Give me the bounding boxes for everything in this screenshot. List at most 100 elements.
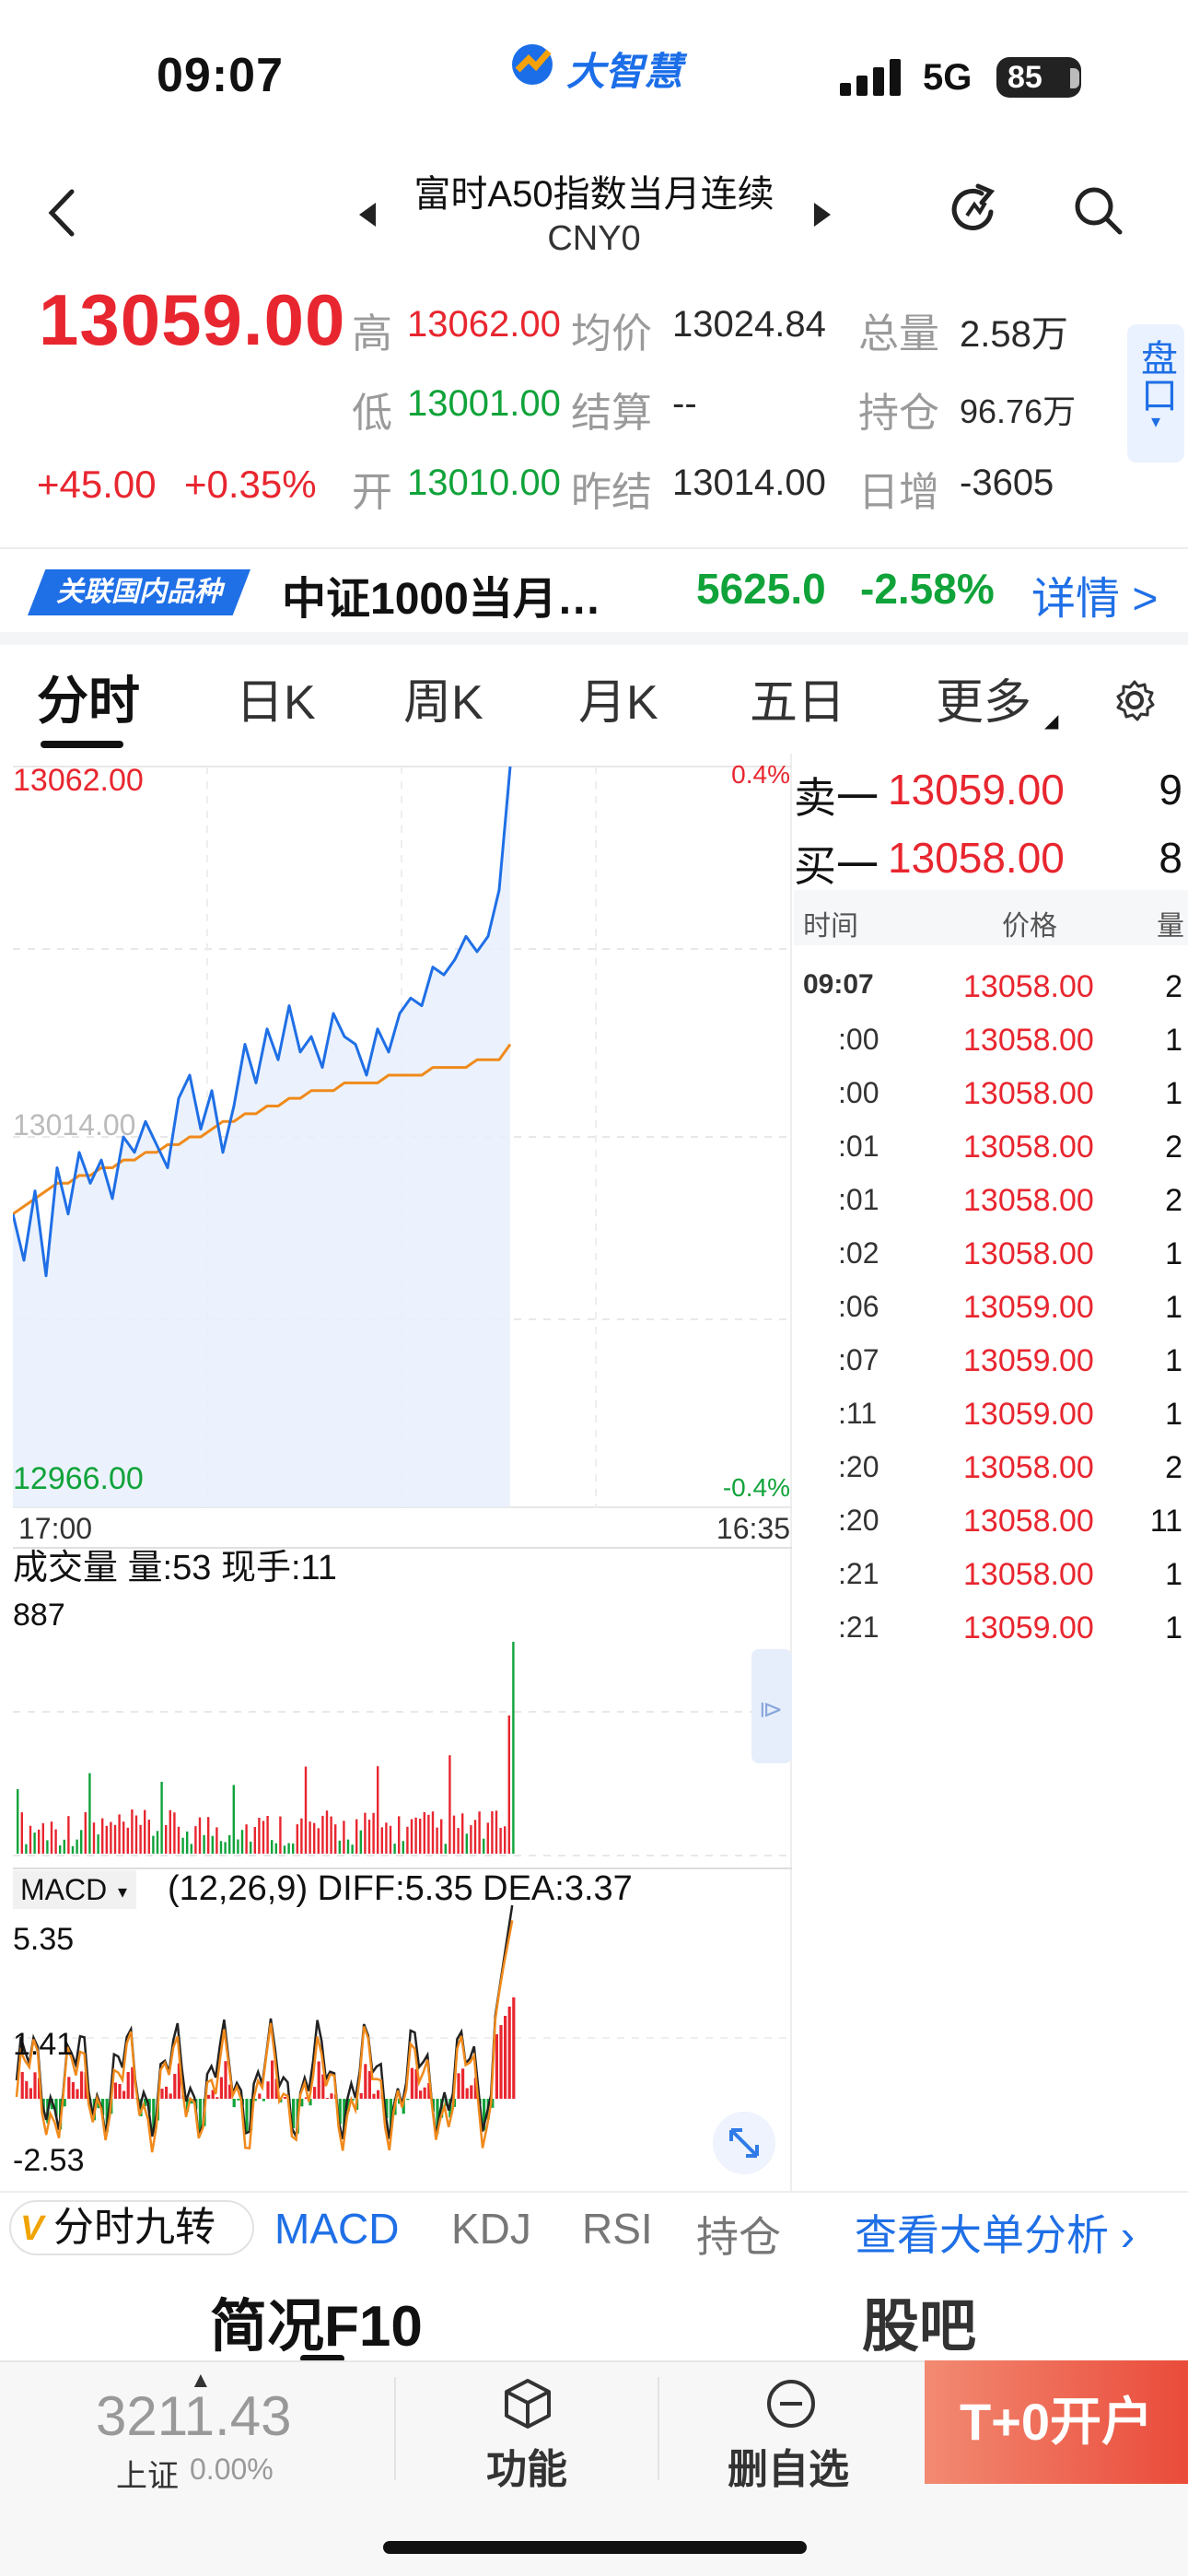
volume-bar	[491, 1810, 494, 1854]
tab-kdj[interactable]: KDJ	[451, 2204, 531, 2254]
macd-bar	[33, 2072, 37, 2099]
status-time: 09:07	[157, 49, 284, 102]
volume-bar	[144, 1809, 146, 1854]
tick-row: :11 13059.00 1	[794, 1397, 1188, 1450]
volume-bar	[253, 1827, 256, 1854]
tick-row: 09:07 13058.00 2	[794, 969, 1188, 1023]
refresh-icon[interactable]	[945, 181, 1004, 240]
tick-head-qty: 量	[1157, 911, 1184, 942]
tick-time: :21	[838, 1557, 879, 1590]
tick-qty: 1	[1165, 1557, 1182, 1592]
pankou-caret-icon: ▾	[1150, 412, 1161, 432]
volume-bar	[207, 1817, 210, 1854]
macd-bar	[359, 2092, 363, 2099]
func-button[interactable]: 功能	[486, 2436, 567, 2495]
volume-bar	[436, 1827, 438, 1854]
volume-bar	[499, 1828, 502, 1854]
volume-bar	[367, 1820, 371, 1854]
high-value: 13062.00	[407, 304, 561, 345]
tick-row: :21 13058.00 1	[794, 1557, 1188, 1610]
nine-turn-button[interactable]: 分时九转	[9, 2200, 254, 2255]
pankou-label: 盘口	[1136, 339, 1176, 413]
low-label: 低	[352, 391, 392, 436]
volume-bar	[338, 1840, 341, 1854]
macd-bar	[126, 2072, 130, 2099]
index-label: 上证	[116, 2459, 179, 2494]
daily-inc-label: 日增	[858, 470, 939, 515]
tab-f10[interactable]: 简况F10	[210, 2279, 423, 2362]
macd-bar	[165, 2086, 169, 2099]
macd-bar	[262, 2099, 265, 2102]
volume-bar	[203, 1834, 205, 1854]
back-chevron-icon[interactable]	[41, 181, 87, 245]
related-detail-link[interactable]: 详情 >	[1031, 562, 1158, 626]
related-name[interactable]: 中证1000当月…	[282, 562, 601, 626]
tab-daily-k[interactable]: 日K	[236, 663, 316, 732]
pankou-tab[interactable]: 盘口 ▾	[1127, 324, 1184, 463]
oi-value: 96.76万	[960, 392, 1077, 430]
tick-row: :00 13058.00 1	[794, 1023, 1188, 1076]
open-account-button[interactable]: T+0开户	[925, 2360, 1188, 2484]
collapse-handle-icon: ⧐	[759, 1695, 783, 1723]
tab-rsi[interactable]: RSI	[582, 2204, 653, 2254]
volume-bar	[113, 1824, 117, 1854]
volume-bar	[461, 1813, 464, 1854]
tick-price: 13058.00	[963, 1023, 1094, 1058]
tick-header: 时间 价格 量	[794, 890, 1188, 945]
divider	[0, 547, 1188, 549]
intraday-chart[interactable]: 13062.00 0.4% 13014.00 12966.00 -0.4% 17…	[11, 754, 792, 2191]
tab-weekly-k[interactable]: 周K	[403, 663, 483, 732]
volume-bar	[393, 1844, 396, 1854]
tab-guba[interactable]: 股吧	[862, 2279, 976, 2362]
gear-icon[interactable]	[1112, 678, 1157, 722]
contract-code: CNY0	[547, 219, 641, 258]
battery-icon: 85	[996, 57, 1081, 98]
volume-bar	[309, 1821, 311, 1854]
macd-bar	[232, 2099, 236, 2108]
volume-bar	[483, 1838, 485, 1854]
tab-five-day[interactable]: 五日	[750, 663, 845, 732]
volume-bar	[296, 1824, 298, 1854]
index-pct: 0.00%	[190, 2453, 274, 2486]
next-contract-icon[interactable]	[812, 201, 833, 228]
tick-price: 13058.00	[963, 1557, 1094, 1592]
tick-price: 13059.00	[963, 1610, 1094, 1645]
volume-bar	[398, 1816, 401, 1854]
macd-bar	[465, 2088, 469, 2099]
tab-intraday[interactable]: 分时	[37, 660, 140, 734]
macd-mid-label: 1.41	[13, 2027, 74, 2062]
tab-monthly-k[interactable]: 月K	[578, 663, 658, 732]
oi-label: 持仓	[858, 391, 939, 436]
tab-more[interactable]: 更多	[936, 663, 1031, 732]
minus-circle-icon[interactable]	[764, 2377, 818, 2430]
chart-mid-label: 13014.00	[13, 1108, 135, 1142]
tick-row: :01 13058.00 2	[794, 1130, 1188, 1183]
remove-watchlist-button[interactable]: 删自选	[728, 2436, 849, 2495]
volume-bar	[274, 1843, 277, 1854]
tab-macd[interactable]: MACD	[274, 2204, 399, 2254]
settle-label: 结算	[571, 391, 652, 436]
volume-bar	[181, 1837, 184, 1854]
volume-bar	[101, 1818, 104, 1854]
tab-oi[interactable]: 持仓	[696, 2204, 781, 2265]
index-value[interactable]: 3211.43	[96, 2384, 291, 2448]
volume-bar	[198, 1817, 202, 1854]
tick-row: :01 13058.00 2	[794, 1183, 1188, 1236]
prev-contract-icon[interactable]	[357, 201, 378, 228]
volume-bar	[262, 1821, 265, 1854]
cube-icon[interactable]	[501, 2377, 554, 2430]
big-order-analysis-link[interactable]: 查看大单分析 ›	[855, 2202, 1135, 2263]
chart-canvas[interactable]: 13062.00 0.4% 13014.00 12966.00 -0.4% 17…	[11, 754, 792, 2191]
macd-bar	[207, 2094, 211, 2099]
volume-bar	[71, 1845, 75, 1854]
macd-bar	[20, 2071, 24, 2099]
bid-qty: 8	[1159, 834, 1182, 882]
macd-bar	[215, 2097, 219, 2099]
search-icon[interactable]	[1068, 181, 1127, 240]
volume-bar	[177, 1826, 181, 1854]
macd-bar	[419, 2090, 423, 2099]
volume-bar	[346, 1839, 350, 1854]
macd-top-label: 5.35	[13, 1922, 74, 1957]
volume-bar	[122, 1821, 125, 1854]
macd-select-caret-icon: ▾	[118, 1882, 127, 1903]
